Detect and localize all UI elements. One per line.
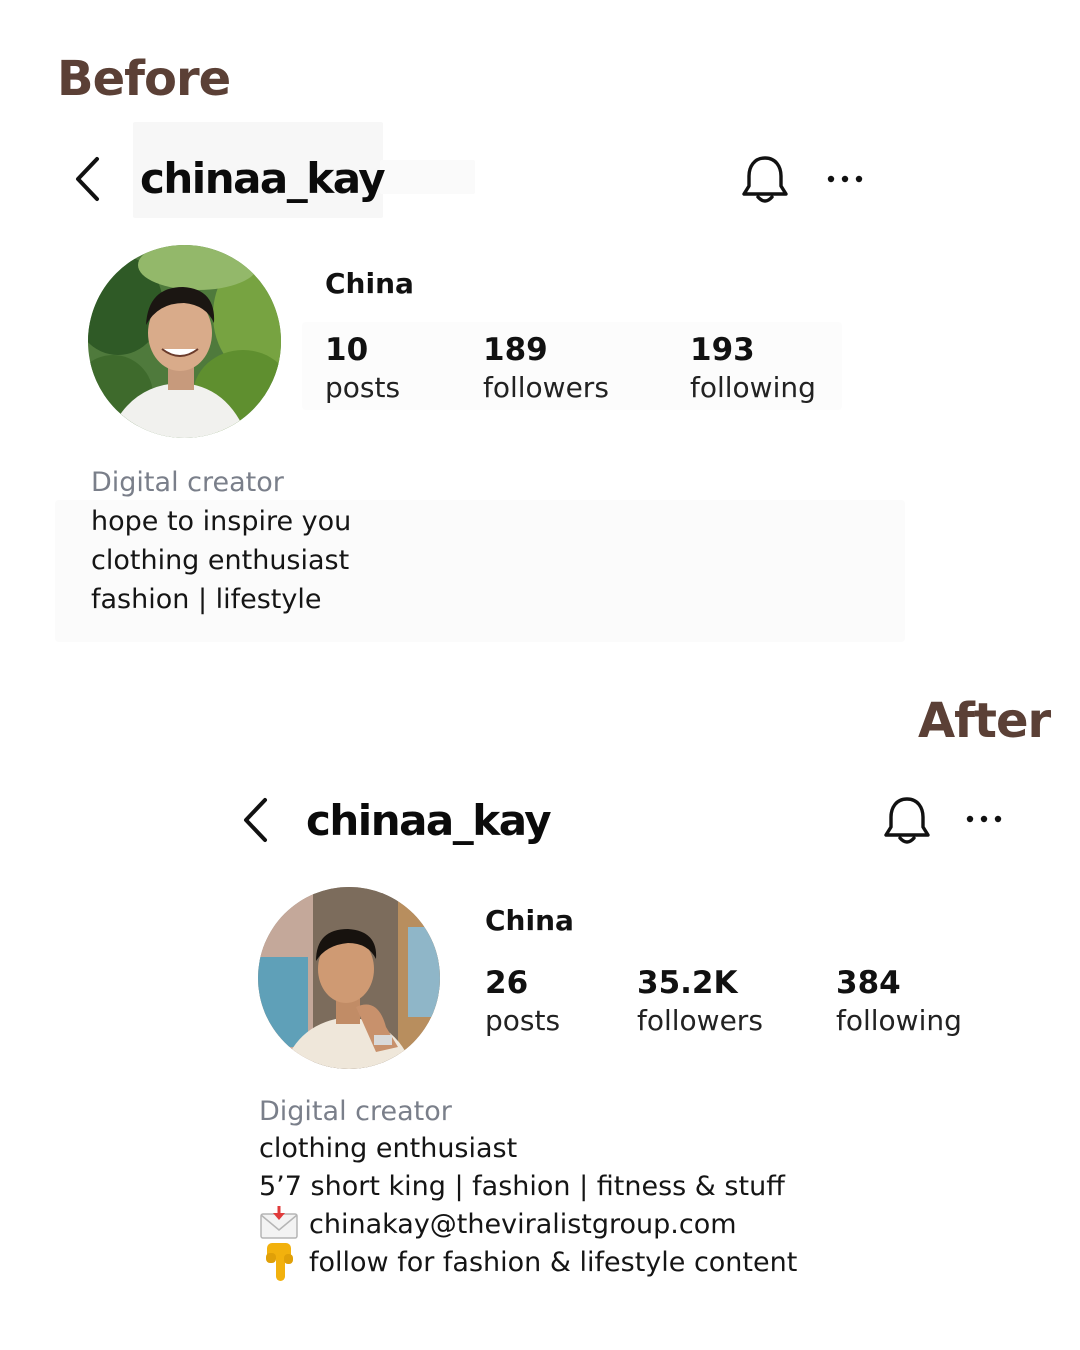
stat-following[interactable]: 384 following: [836, 968, 962, 1035]
profile-photo: [258, 887, 440, 1069]
more-options-button[interactable]: [965, 808, 1005, 830]
envelope-emoji-icon: [259, 1206, 299, 1242]
bell-icon: [884, 797, 930, 844]
stat-followers[interactable]: 189 followers: [483, 335, 609, 402]
stat-posts-label: posts: [325, 371, 401, 404]
profile-photo: [88, 245, 281, 438]
bio-line: 5’7 short king | fashion | fitness & stu…: [259, 1171, 785, 1202]
display-name: China: [485, 904, 574, 937]
bio-line: clothing enthusiast: [91, 545, 350, 576]
more-dots-icon: [827, 175, 863, 183]
more-dots-icon: [966, 815, 1002, 823]
bio-category: Digital creator: [259, 1096, 452, 1127]
bio-line: clothing enthusiast: [259, 1133, 518, 1164]
stat-followers-label: followers: [483, 371, 609, 404]
stat-following-label: following: [690, 371, 816, 404]
stat-followers[interactable]: 35.2K followers: [637, 968, 763, 1035]
stat-followers-label: followers: [637, 1004, 763, 1037]
stat-followers-value: 189: [483, 332, 548, 368]
stat-following-value: 384: [836, 965, 901, 1001]
bio-category: Digital creator: [91, 467, 284, 498]
notifications-button[interactable]: [740, 153, 790, 207]
bio-line: fashion | lifestyle: [91, 584, 322, 615]
back-button[interactable]: [70, 153, 110, 205]
stat-posts-label: posts: [485, 1004, 561, 1037]
back-button[interactable]: [238, 794, 278, 846]
stat-posts-value: 26: [485, 965, 529, 1001]
bell-icon: [742, 156, 788, 203]
pointing-down-emoji-icon: [263, 1241, 297, 1283]
bio-email[interactable]: chinakay@theviralistgroup.com: [309, 1211, 737, 1238]
avatar[interactable]: [88, 245, 281, 438]
username: chinaa_kay: [306, 796, 552, 845]
display-name: China: [325, 267, 414, 300]
stat-posts[interactable]: 10 posts: [325, 335, 400, 402]
notifications-button[interactable]: [882, 794, 932, 848]
more-options-button[interactable]: [826, 168, 866, 190]
chevron-left-icon: [76, 157, 99, 201]
bio-line: hope to inspire you: [91, 506, 352, 537]
avatar[interactable]: [258, 887, 440, 1069]
stat-followers-value: 35.2K: [637, 965, 738, 1001]
username: chinaa_kay: [140, 154, 386, 203]
after-label: After: [918, 693, 1051, 749]
stat-posts-value: 10: [325, 332, 369, 368]
before-header-highlight-2: [380, 160, 475, 194]
stat-posts[interactable]: 26 posts: [485, 968, 560, 1035]
stat-following-label: following: [836, 1004, 962, 1037]
stat-following[interactable]: 193 following: [690, 335, 816, 402]
before-label: Before: [57, 51, 231, 107]
stat-following-value: 193: [690, 332, 755, 368]
chevron-left-icon: [244, 798, 267, 842]
bio-line: follow for fashion & lifestyle content: [309, 1247, 798, 1278]
